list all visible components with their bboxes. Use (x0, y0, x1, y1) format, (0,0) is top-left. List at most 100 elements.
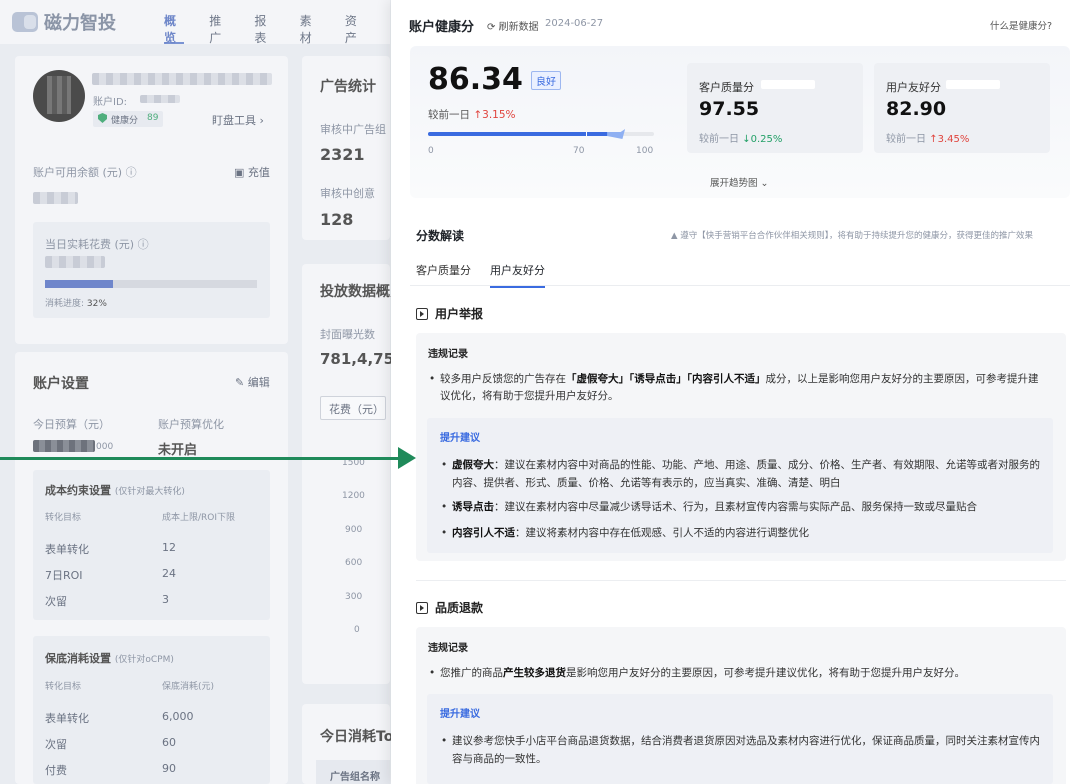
daily-spend-label-text: 当日实耗花费 (元) (45, 238, 135, 251)
advice-box: 提升建议 虚假夸大：建议在素材内容中对商品的性能、功能、产地、用途、质量、成分、… (427, 418, 1053, 553)
budget-label: 今日预算（元） (33, 418, 110, 431)
recharge-button[interactable]: ▣ 充值 (234, 164, 270, 180)
edit-label: 编辑 (247, 376, 270, 389)
violation-record-title: 违规记录 (428, 643, 468, 654)
cost-title-text: 成本约束设置 (45, 484, 111, 497)
section-quality-refund-title: 品质退款 (416, 599, 483, 616)
pending-groups-label: 审核中广告组 (320, 123, 386, 136)
budget-redacted (33, 440, 95, 452)
main-score: 86.34 (428, 62, 523, 97)
drawer-header: 账户健康分 ⟳ 刷新数据 2024-06-27 什么是健康分? (391, 0, 1079, 48)
arrow-up-icon: ↑ (929, 134, 938, 145)
app-logo[interactable]: 磁力智投 (12, 9, 116, 35)
guarantee-note: (仅针对oCPM) (114, 655, 174, 665)
gauge-label-max: 100 (636, 146, 654, 156)
section-quality-refund-label: 品质退款 (435, 601, 484, 615)
guarantee-row-value: 60 (162, 736, 176, 749)
what-is-health-link[interactable]: 什么是健康分? (990, 18, 1052, 32)
arrow-up-icon: ↑ (473, 109, 483, 121)
advice-key: 诱导点击 (452, 501, 494, 513)
y-tick: 600 (345, 558, 363, 568)
score-gauge-fill (428, 132, 624, 136)
y-tick: 900 (345, 525, 363, 535)
sub-score-value: 97.55 (699, 98, 760, 120)
interpret-notice: ▲ 遵守【快手营销平台合作伙伴相关规则】，将有助于持续提升您的健康分，获得更佳的… (671, 229, 1033, 241)
refresh-button[interactable]: ⟳ 刷新数据 (487, 18, 539, 33)
section-user-report-title: 用户举报 (416, 305, 483, 322)
avatar (33, 70, 85, 122)
drawer-title: 账户健康分 (409, 20, 475, 35)
compare-label: 较前一日 (428, 109, 470, 121)
advice-key: 内容引人不适 (452, 527, 515, 539)
sub-score-title: 用户友好分 (886, 81, 941, 94)
cost-col2: 成本上限/ROI下限 (162, 513, 236, 523)
health-chip[interactable]: 健康分 89 (93, 111, 163, 127)
budget-opt-value: 未开启 (158, 443, 198, 458)
budget-suffix: 000 (96, 442, 114, 452)
quality-refund-box: 违规记录 您推广的商品产生较多退货是影响您用户友好分的主要原因，可参考提升建议优… (416, 627, 1066, 784)
expand-trend-button[interactable]: 展开趋势图 ⌄ (710, 175, 769, 189)
consume-progress-value: 32% (86, 299, 107, 309)
advice-text: ：建议将素材内容中存在低观感、引人不适的内容进行调整优化 (515, 527, 809, 539)
health-score-drawer: 账户健康分 ⟳ 刷新数据 2024-06-27 什么是健康分? 86.34 良好… (391, 0, 1079, 784)
customer-quality-card: 客户质量分 97.55 较前一日 ↓0.25% (687, 63, 863, 153)
y-tick: 1200 (342, 491, 365, 501)
gauge-tick-70 (586, 132, 587, 136)
cost-title: 成本约束设置 (仅针对最大转化) (45, 482, 185, 498)
record-pre: 较多用户反馈您的广告存在 (440, 373, 566, 385)
cost-row-value: 3 (162, 593, 169, 606)
consume-progress-text: 消耗进度: 32% (45, 296, 107, 309)
score-panel: 86.34 良好 较前一日 ↑3.15% 0 70 100 客户质量分 97.5… (410, 46, 1070, 198)
nav-assets[interactable]: 资产 (345, 12, 365, 45)
expand-trend-label: 展开趋势图 (710, 178, 758, 189)
health-value: 89 (147, 113, 159, 123)
edit-button[interactable]: ✎ 编辑 (235, 374, 270, 390)
record-tag-exaggeration: 「虚假夸大」 (566, 373, 629, 385)
nav-overview[interactable]: 概览 (164, 12, 185, 45)
guarantee-title-text: 保底消耗设置 (45, 652, 111, 665)
advice-item: 内容引人不适：建议将素材内容中存在低观感、引人不适的内容进行调整优化 (440, 524, 1040, 542)
guarantee-row-value: 90 (162, 762, 176, 775)
change-value: 0.25% (750, 134, 783, 145)
cost-row-key: 次留 (45, 595, 67, 608)
annotation-arrow-line (0, 457, 400, 460)
arrow-down-icon: ↓ (742, 134, 751, 145)
impressions-label: 封面曝光数 (320, 328, 375, 341)
advice-text: ：建议在素材内容中对商品的性能、功能、产地、用途、质量、成分、价格、生产者、有效… (452, 459, 1040, 489)
cost-note: (仅针对最大转化) (114, 487, 185, 497)
record-pre: 您推广的商品 (440, 667, 503, 679)
balance-label-text: 账户可用余额 (元) (33, 166, 123, 179)
sub-score-change: 较前一日 ↑3.45% (886, 130, 969, 145)
monitor-tool-label: 盯盘工具 (212, 114, 256, 127)
record-tag-discomfort: 「内容引人不适」 (686, 373, 766, 385)
guarantee-col2: 保底消耗(元) (162, 682, 215, 692)
sub-score-value: 82.90 (886, 98, 947, 120)
monitor-tool-link[interactable]: 盯盘工具 › (212, 112, 264, 128)
user-friendly-card: 用户友好分 82.90 较前一日 ↑3.45% (874, 63, 1050, 153)
account-id-label: 账户ID: (93, 97, 128, 108)
account-id-redacted (140, 95, 180, 103)
chevron-right-icon: › (259, 114, 264, 127)
refresh-date: 2024-06-27 (545, 18, 604, 29)
nav-reports[interactable]: 报表 (254, 12, 274, 45)
nav-promotion[interactable]: 推广 (209, 12, 229, 45)
score-level-badge: 良好 (531, 71, 561, 90)
score-compare: 较前一日 ↑3.15% (428, 107, 516, 122)
daily-spend-label: 当日实耗花费 (元) ⓘ (45, 236, 149, 252)
document-icon (416, 601, 428, 614)
gauge-label-mid: 70 (573, 146, 585, 156)
cost-row-value: 12 (162, 541, 176, 554)
help-icon: ⓘ (137, 238, 149, 251)
compare-label: 较前一日 (886, 134, 926, 145)
redacted-mark (946, 80, 1000, 89)
score-gauge (428, 129, 654, 139)
spend-select[interactable]: 花费（元） (320, 396, 386, 420)
advice-title: 提升建议 (440, 709, 480, 720)
violation-record-text: 较多用户反馈您的广告存在「虚假夸大」「诱导点击」「内容引人不适」成分，以上是影响… (428, 371, 1048, 405)
chevron-down-icon: ⌄ (760, 178, 769, 189)
shield-icon (98, 113, 107, 123)
user-report-box: 违规记录 较多用户反馈您的广告存在「虚假夸大」「诱导点击」「内容引人不适」成分，… (416, 333, 1066, 561)
guarantee-row-key: 表单转化 (45, 712, 89, 725)
nav-material[interactable]: 素材 (300, 12, 320, 45)
top-navigation: 磁力智投 概览 推广 报表 素材 资产 (0, 0, 390, 45)
